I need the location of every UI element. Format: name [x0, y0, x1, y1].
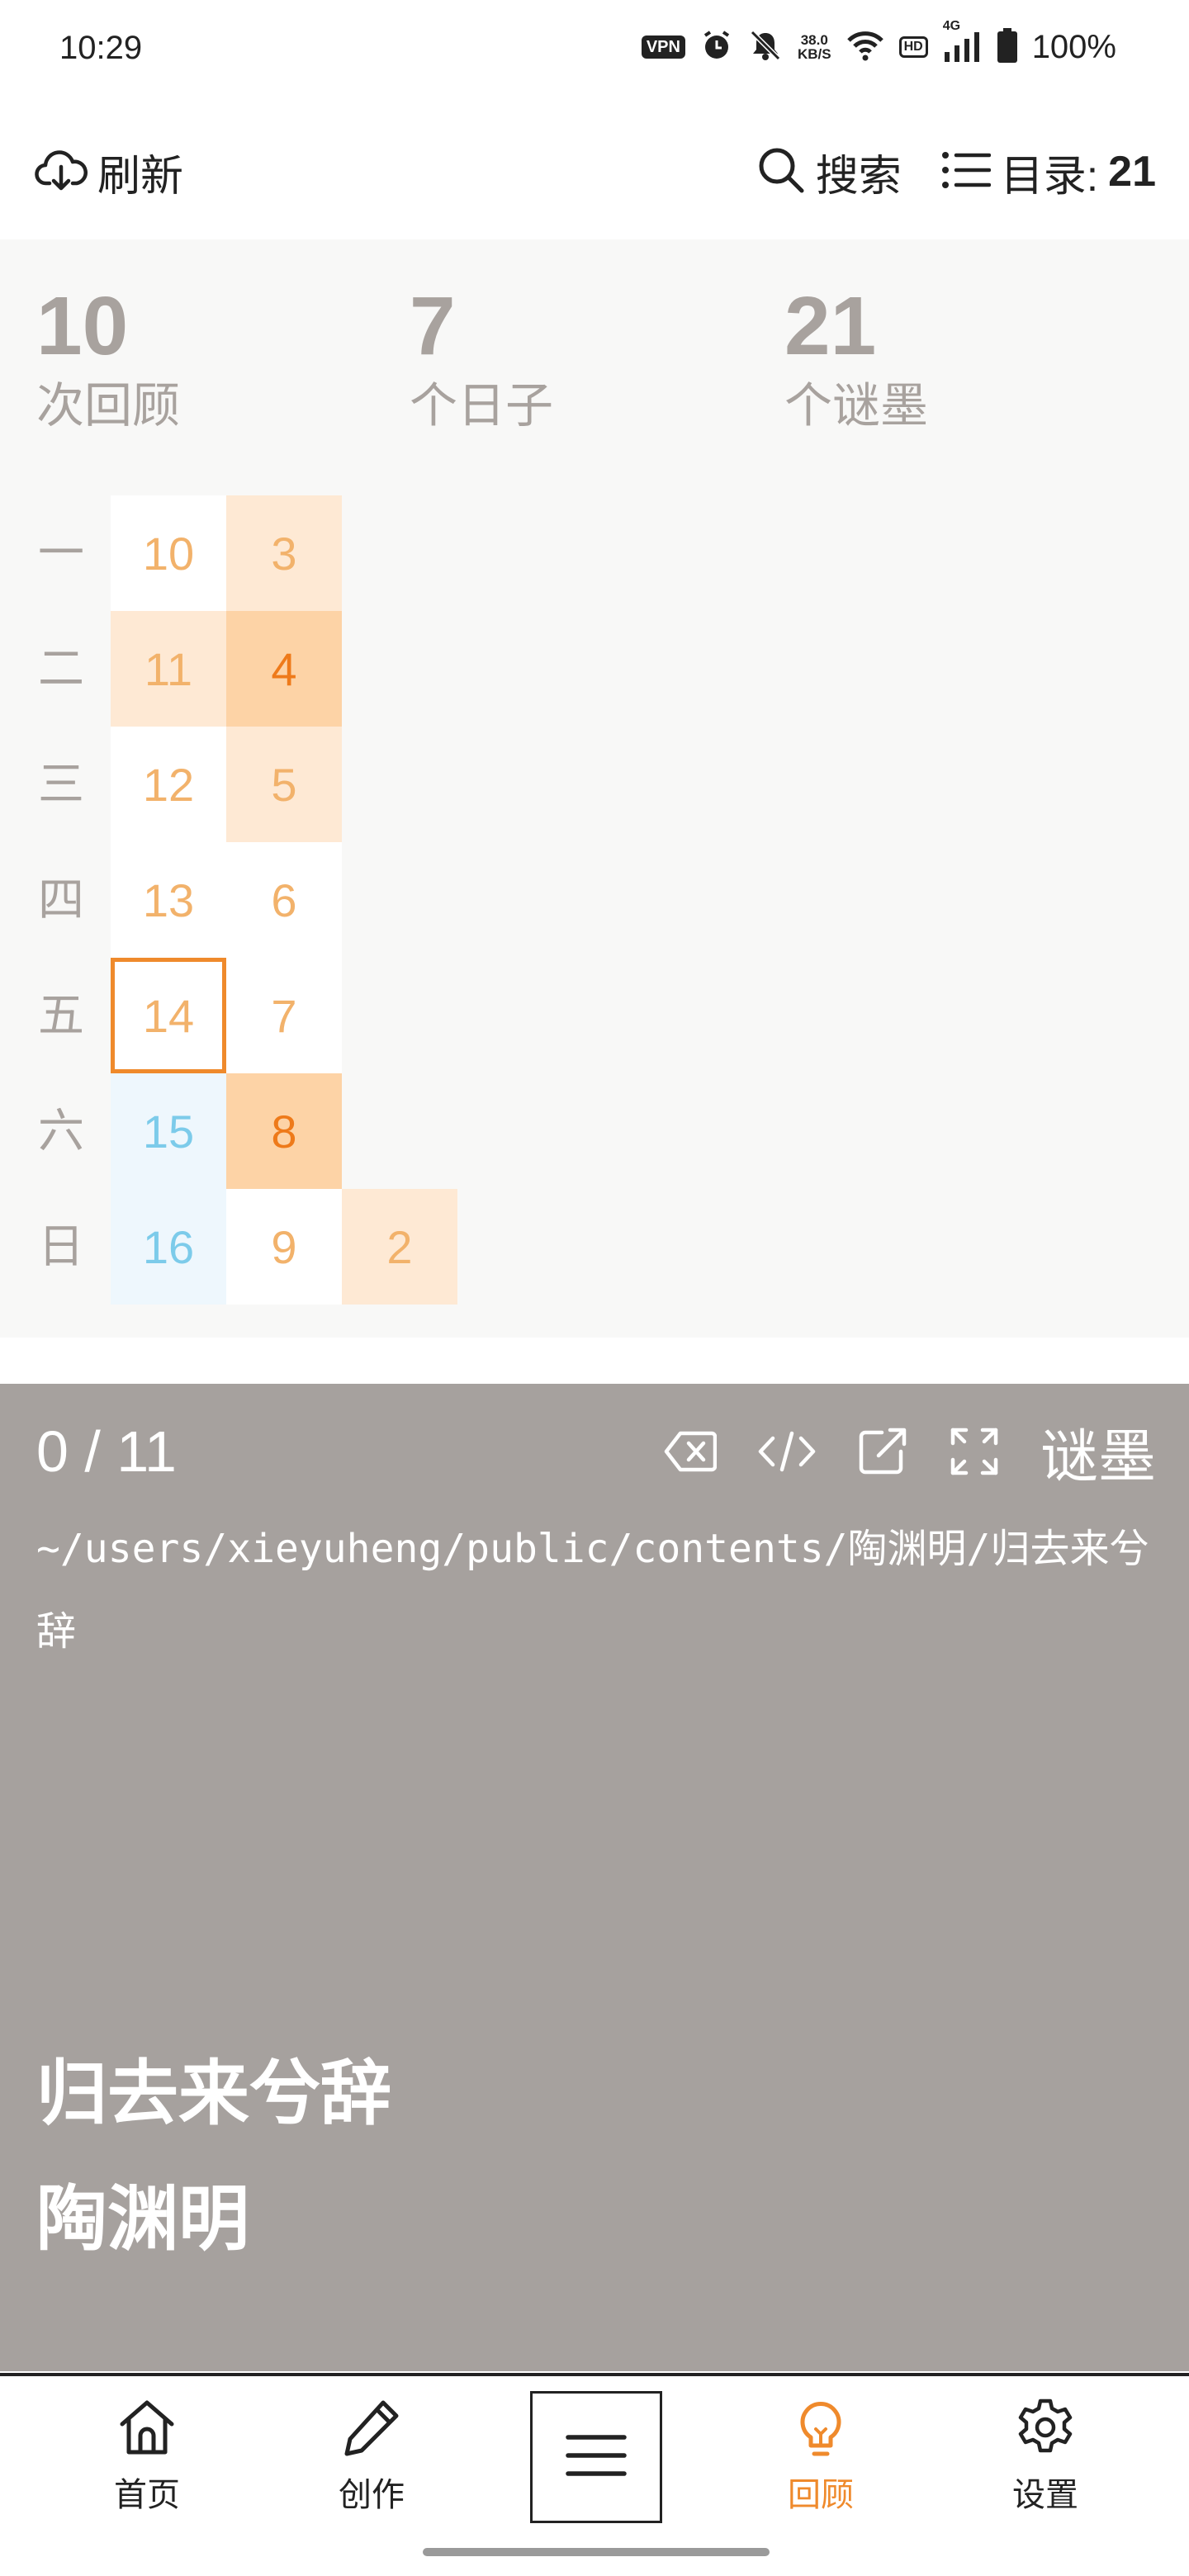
nav-home[interactable]: 首页 [81, 2396, 213, 2516]
calendar-day[interactable]: 3 [226, 495, 342, 611]
top-toolbar: 刷新 搜索 目录: 21 [0, 124, 1189, 220]
nav-settings[interactable]: 设置 [979, 2396, 1111, 2516]
stat-days-value: 7 [410, 280, 456, 372]
fullscreen-icon[interactable] [950, 1427, 999, 1476]
weekday-label: 六 [38, 1105, 84, 1157]
refresh-button[interactable]: 刷新 [35, 144, 184, 201]
speed-unit: KB/S [797, 46, 831, 62]
battery-icon [997, 27, 1017, 67]
refresh-label: 刷新 [97, 152, 184, 201]
toc-label: 目录: [1000, 152, 1099, 201]
network-speed: 38.0 KB/S [798, 33, 831, 61]
open-external-icon[interactable] [857, 1426, 908, 1477]
search-button[interactable]: 搜索 [756, 141, 902, 203]
weekday-label: 三 [38, 758, 84, 810]
hd-badge: HD [898, 36, 928, 58]
home-icon [116, 2396, 178, 2463]
stats-panel: 10 次回顾 7 个日子 21 个谜墨 一二三四五六日 10 11 12 13 14 15 1… [0, 239, 1189, 1338]
bottom-nav: 首页 创作 回顾 设置 [0, 2373, 1189, 2576]
weekday-label: 四 [38, 874, 84, 926]
menu-icon [565, 2431, 628, 2484]
search-label: 搜索 [815, 152, 902, 201]
calendar-day[interactable]: 7 [226, 958, 342, 1073]
list-icon [941, 150, 991, 194]
nav-settings-label: 设置 [1012, 2477, 1078, 2513]
excerpt-card[interactable]: 0 / 11 谜墨 ~/users/xieyuheng/public/conte… [0, 1384, 1189, 2371]
nav-create-label: 创作 [339, 2477, 405, 2513]
weekday-label: 二 [38, 642, 84, 694]
calendar-day[interactable]: 9 [226, 1189, 342, 1305]
status-bar: 10:29 VPN 38.0 KB/S HD 4G 100% [0, 0, 1189, 107]
signal-icon: 4G [943, 19, 983, 64]
code-icon[interactable] [758, 1430, 816, 1473]
weekday-label: 五 [38, 989, 84, 1041]
poem-title: 归去来兮辞 [36, 2054, 391, 2133]
network-type: 4G [942, 19, 961, 33]
brand-label[interactable]: 谜墨 [1040, 1410, 1156, 1494]
stat-days-label: 个日子 [410, 379, 554, 433]
lightbulb-icon [789, 2396, 852, 2463]
poem-author: 陶渊明 [36, 2180, 249, 2259]
content-path: ~/users/xieyuheng/public/contents/陶渊明/归去… [36, 1526, 1149, 1655]
status-time: 10:29 [59, 30, 143, 66]
weekday-label: 一 [38, 527, 84, 579]
battery-percent: 100% [1031, 28, 1116, 65]
nav-review-label: 回顾 [788, 2477, 854, 2513]
calendar-day[interactable]: 16 [111, 1189, 226, 1305]
calendar-day-today[interactable]: 14 [111, 958, 226, 1073]
backspace-icon[interactable] [664, 1430, 717, 1473]
alarm-icon [700, 29, 733, 66]
stat-days: 7 个日子 [410, 281, 553, 439]
vpn-badge: VPN [641, 36, 685, 59]
wifi-icon [846, 29, 884, 66]
calendar-day[interactable]: 10 [111, 495, 226, 611]
calendar-day[interactable]: 2 [342, 1189, 457, 1305]
nav-home-label: 首页 [114, 2477, 180, 2513]
calendar-day[interactable]: 8 [226, 1073, 342, 1189]
card-actions: 谜墨 [664, 1418, 1156, 1489]
search-icon [756, 145, 806, 199]
stat-riddles-value: 21 [784, 280, 877, 372]
weekday-label: 日 [38, 1220, 84, 1272]
card-counter: 0 / 11 [36, 1419, 177, 1484]
calendar-day[interactable]: 11 [111, 611, 226, 727]
stat-reviews-value: 10 [36, 280, 129, 372]
toc-button[interactable]: 目录: 21 [941, 141, 1156, 203]
stat-riddles: 21 个谜墨 [784, 281, 928, 439]
cloud-download-icon [35, 147, 88, 197]
toc-count: 21 [1108, 148, 1156, 196]
status-icons: VPN 38.0 KB/S HD 4G 100% [641, 19, 1116, 67]
stat-riddles-label: 个谜墨 [784, 379, 929, 433]
calendar-day[interactable]: 12 [111, 727, 226, 842]
home-indicator[interactable] [423, 2548, 770, 2556]
nav-menu-button[interactable] [530, 2391, 662, 2523]
mute-icon [748, 28, 783, 67]
speed-value: 38.0 [800, 32, 828, 48]
stat-reviews: 10 次回顾 [36, 281, 180, 439]
calendar-day[interactable]: 4 [226, 611, 342, 727]
nav-create[interactable]: 创作 [306, 2396, 438, 2516]
nav-review[interactable]: 回顾 [755, 2396, 887, 2516]
pencil-icon [340, 2396, 403, 2463]
gear-icon [1014, 2396, 1077, 2463]
calendar-day[interactable]: 15 [111, 1073, 226, 1189]
calendar-day[interactable]: 6 [226, 842, 342, 958]
calendar-day[interactable]: 5 [226, 727, 342, 842]
stat-reviews-label: 次回顾 [36, 379, 181, 433]
calendar-day[interactable]: 13 [111, 842, 226, 958]
toolbar-right: 搜索 目录: 21 [756, 141, 1156, 203]
